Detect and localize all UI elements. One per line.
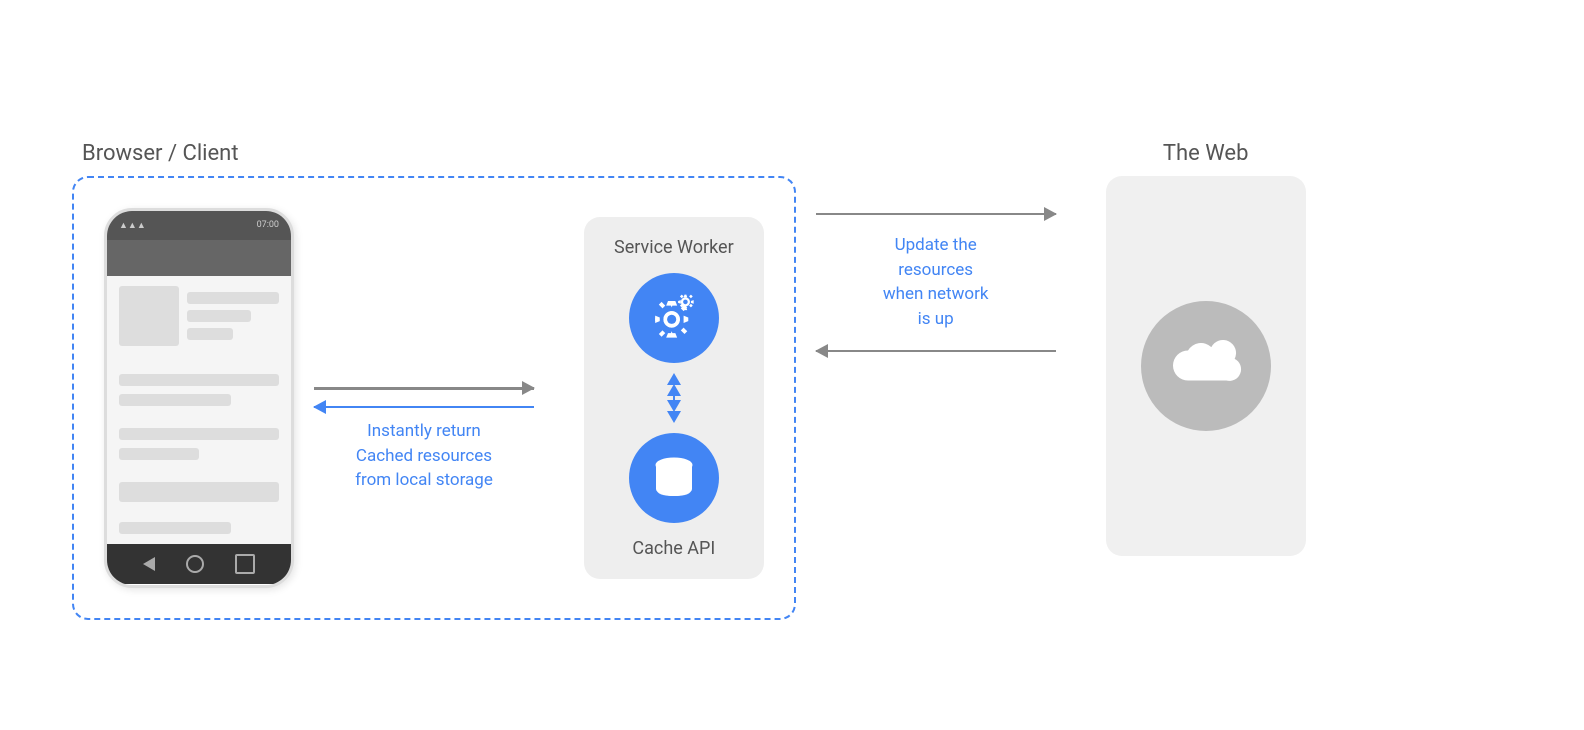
sw-vertical-double-arrow <box>667 373 681 423</box>
the-web-label: The Web <box>1106 141 1306 166</box>
phone-time: 07:00 <box>257 220 279 230</box>
arrowhead-to-web <box>1044 207 1057 221</box>
right-arrows-section: Update the resources when network is up <box>806 213 1066 353</box>
phone-text-lines-1 <box>187 286 279 346</box>
browser-dashed-box: ▲▲▲ 07:00 <box>72 176 796 620</box>
arrow-web-to-sw <box>816 350 1056 353</box>
gear-icon <box>646 290 701 345</box>
phone-back-button <box>143 557 155 571</box>
phone-line <box>119 482 279 502</box>
phone-line <box>119 428 279 440</box>
arrow-line-gray-right <box>314 387 534 390</box>
phone-bottom-bar <box>107 544 291 585</box>
arrow-phone-to-sw <box>314 387 534 390</box>
arrowhead-from-web <box>815 344 828 358</box>
arrowhead-left <box>313 400 326 414</box>
phone-line <box>187 310 251 322</box>
phone-line <box>119 374 279 386</box>
cache-api-circle <box>629 433 719 523</box>
instantly-return-text: Instantly return Cached resources from l… <box>304 419 544 493</box>
arrowhead-right <box>522 381 535 395</box>
phone-recent-button <box>235 554 255 574</box>
phone-line <box>187 292 279 304</box>
update-the-text: Update the resources when network is up <box>883 233 989 332</box>
is-up-span: is up <box>918 309 954 329</box>
resources-span: resources <box>898 260 973 280</box>
arrow-up-head <box>667 384 681 396</box>
phone-top-bar: ▲▲▲ 07:00 <box>107 211 291 241</box>
browser-client-label: Browser / Client <box>82 141 796 166</box>
database-icon <box>649 453 699 503</box>
phone-image-placeholder <box>119 286 179 346</box>
service-worker-gear-circle <box>629 273 719 363</box>
arrow-line-blue-left <box>314 406 534 409</box>
service-worker-label: Service Worker <box>614 237 734 258</box>
phone-home-button <box>186 555 204 573</box>
phone-header-bar <box>107 240 291 275</box>
web-box <box>1106 176 1306 556</box>
phone-mockup: ▲▲▲ 07:00 <box>104 208 294 588</box>
phone-block-1 <box>119 286 279 346</box>
phone-signal: ▲▲▲ <box>119 220 146 231</box>
cloud-circle <box>1141 301 1271 431</box>
phone-line <box>119 522 231 534</box>
service-worker-box: Service Worker <box>584 217 764 579</box>
phone-line <box>119 394 231 406</box>
diagram-container: Browser / Client ▲▲▲ 07:00 <box>72 111 1512 620</box>
from-local-storage-span: from local storage <box>355 470 493 490</box>
phone-sw-arrows-area: Instantly return Cached resources from l… <box>304 387 544 408</box>
update-resources-label: Update the resources when network is up <box>883 233 989 332</box>
cache-api-label: Cache API <box>632 538 715 559</box>
arrow-line-from-web <box>816 350 1056 353</box>
update-the-span: Update the <box>895 235 977 255</box>
the-web-section: The Web <box>1106 141 1306 556</box>
browser-client-section: Browser / Client ▲▲▲ 07:00 <box>72 141 796 620</box>
arrow-down-head <box>667 400 681 412</box>
instantly-return-span: Instantly return <box>367 421 481 441</box>
phone-line <box>187 328 233 340</box>
phone-content-area <box>107 276 291 544</box>
cached-resources-label: Instantly return Cached resources from l… <box>304 419 544 493</box>
arrow-sw-to-phone <box>314 406 534 409</box>
cached-resources-span: Cached resources <box>356 446 492 466</box>
arrow-sw-to-web <box>816 213 1056 216</box>
phone-line <box>119 448 199 460</box>
when-network-span: when network <box>883 284 989 304</box>
cloud-icon <box>1168 338 1243 393</box>
arrow-line-to-web <box>816 213 1056 216</box>
